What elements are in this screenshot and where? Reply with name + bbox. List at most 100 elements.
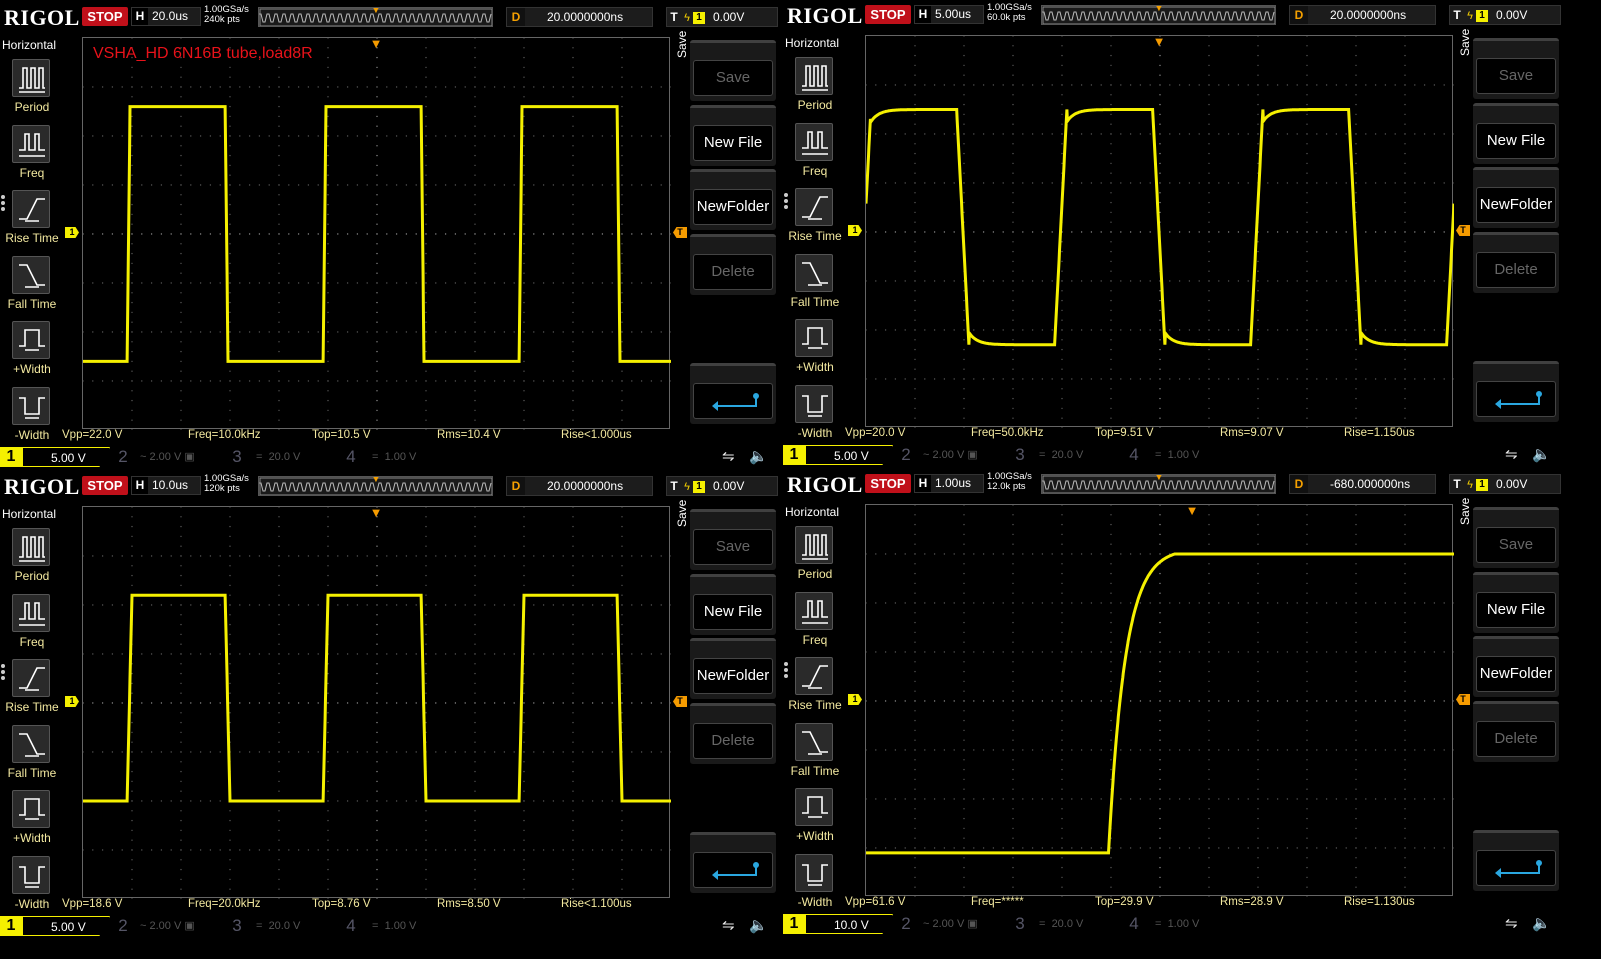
memory-overview-bar[interactable]: ▼ bbox=[1041, 5, 1276, 25]
negative-width-tool[interactable]: -Width bbox=[787, 850, 845, 912]
ch4-scale[interactable]: = 1.00 V bbox=[1155, 914, 1199, 934]
horizontal-timebase[interactable]: H 1.00us bbox=[914, 474, 984, 493]
ch2-scale[interactable]: ~ 2.00 V ▣ bbox=[140, 916, 195, 936]
ch1-ground-marker[interactable]: 1 bbox=[848, 225, 862, 236]
memory-overview-bar[interactable]: ▼ bbox=[1041, 474, 1276, 494]
positive-width-tool[interactable]: +Width bbox=[4, 786, 62, 848]
horizontal-timebase[interactable]: H 10.0us bbox=[131, 476, 201, 495]
new-file-button[interactable]: New File bbox=[690, 105, 776, 166]
ch1-scale[interactable]: 5.00 V bbox=[22, 916, 110, 936]
ch2-badge[interactable]: 2 bbox=[112, 447, 134, 467]
ch3-scale[interactable]: = 20.0 V bbox=[1039, 914, 1083, 934]
save-button[interactable]: Save bbox=[1473, 38, 1559, 99]
ch2-badge[interactable]: 2 bbox=[895, 914, 917, 934]
trigger-delay[interactable]: D 20.0000000ns bbox=[1289, 5, 1436, 25]
delete-button[interactable]: Delete bbox=[1473, 232, 1559, 293]
ch3-scale[interactable]: = 20.0 V bbox=[256, 916, 300, 936]
horizontal-timebase[interactable]: H 20.0us bbox=[131, 7, 201, 26]
rise-time-tool[interactable]: Rise Time bbox=[4, 655, 62, 717]
run-stop-status[interactable]: STOP bbox=[865, 474, 911, 493]
fall-time-tool[interactable]: Fall Time bbox=[4, 252, 62, 314]
fall-time-tool[interactable]: Fall Time bbox=[787, 250, 845, 312]
negative-width-tool[interactable]: -Width bbox=[4, 383, 62, 445]
delete-button[interactable]: Delete bbox=[1473, 701, 1559, 762]
ch4-scale[interactable]: = 1.00 V bbox=[372, 916, 416, 936]
frequency-tool[interactable]: Freq bbox=[4, 121, 62, 183]
ch4-badge[interactable]: 4 bbox=[1123, 914, 1145, 934]
new-file-button[interactable]: New File bbox=[1473, 103, 1559, 164]
horizontal-timebase[interactable]: H 5.00us bbox=[914, 5, 984, 24]
new-folder-button[interactable]: NewFolder bbox=[690, 638, 776, 699]
positive-width-tool[interactable]: +Width bbox=[787, 315, 845, 377]
delete-button[interactable]: Delete bbox=[690, 234, 776, 295]
ch3-badge[interactable]: 3 bbox=[1009, 445, 1031, 465]
ch1-badge[interactable]: 1 bbox=[0, 447, 22, 467]
memory-overview-bar[interactable]: ▼ bbox=[258, 7, 493, 27]
period-tool[interactable]: Period bbox=[4, 524, 62, 586]
new-folder-button[interactable]: NewFolder bbox=[690, 169, 776, 230]
run-stop-status[interactable]: STOP bbox=[82, 7, 128, 26]
ch1-scale[interactable]: 10.0 V bbox=[805, 914, 893, 934]
frequency-tool[interactable]: Freq bbox=[4, 590, 62, 652]
ch4-badge[interactable]: 4 bbox=[1123, 445, 1145, 465]
rise-time-tool[interactable]: Rise Time bbox=[787, 184, 845, 246]
sound-mute-icon[interactable]: 🔈 bbox=[749, 447, 768, 467]
save-button[interactable]: Save bbox=[690, 509, 776, 570]
ch3-badge[interactable]: 3 bbox=[226, 447, 248, 467]
ch3-badge[interactable]: 3 bbox=[1009, 914, 1031, 934]
waveform-grid[interactable] bbox=[82, 506, 671, 899]
waveform-grid[interactable] bbox=[865, 504, 1454, 897]
memory-overview-bar[interactable]: ▼ bbox=[258, 476, 493, 496]
ch2-badge[interactable]: 2 bbox=[895, 445, 917, 465]
ch2-badge[interactable]: 2 bbox=[112, 916, 134, 936]
ch4-badge[interactable]: 4 bbox=[340, 447, 362, 467]
waveform-grid[interactable]: VSHA_HD 6N16B tube,load8R bbox=[82, 37, 671, 430]
run-stop-status[interactable]: STOP bbox=[865, 5, 911, 24]
period-tool[interactable]: Period bbox=[4, 55, 62, 117]
new-folder-button[interactable]: NewFolder bbox=[1473, 636, 1559, 697]
positive-width-tool[interactable]: +Width bbox=[4, 317, 62, 379]
trigger-delay[interactable]: D -680.000000ns bbox=[1289, 474, 1436, 494]
period-tool[interactable]: Period bbox=[787, 53, 845, 115]
ch1-badge[interactable]: 1 bbox=[0, 916, 22, 936]
period-tool[interactable]: Period bbox=[787, 522, 845, 584]
frequency-tool[interactable]: Freq bbox=[787, 119, 845, 181]
delete-button[interactable]: Delete bbox=[690, 703, 776, 764]
rise-time-tool[interactable]: Rise Time bbox=[4, 186, 62, 248]
rise-time-tool[interactable]: Rise Time bbox=[787, 653, 845, 715]
negative-width-tool[interactable]: -Width bbox=[787, 381, 845, 443]
sound-mute-icon[interactable]: 🔈 bbox=[1532, 914, 1551, 934]
new-file-button[interactable]: New File bbox=[690, 574, 776, 635]
trigger-delay[interactable]: D 20.0000000ns bbox=[506, 476, 653, 496]
frequency-tool[interactable]: Freq bbox=[787, 588, 845, 650]
positive-width-tool[interactable]: +Width bbox=[787, 784, 845, 846]
trigger-delay[interactable]: D 20.0000000ns bbox=[506, 7, 653, 27]
ch1-badge[interactable]: 1 bbox=[783, 445, 805, 465]
fall-time-tool[interactable]: Fall Time bbox=[787, 719, 845, 781]
ch3-scale[interactable]: = 20.0 V bbox=[256, 447, 300, 467]
ch4-badge[interactable]: 4 bbox=[340, 916, 362, 936]
save-button[interactable]: Save bbox=[690, 40, 776, 101]
return-button[interactable] bbox=[690, 363, 776, 424]
ch2-scale[interactable]: ~ 2.00 V ▣ bbox=[923, 445, 978, 465]
new-file-button[interactable]: New File bbox=[1473, 572, 1559, 633]
ch3-badge[interactable]: 3 bbox=[226, 916, 248, 936]
ch1-ground-marker[interactable]: 1 bbox=[848, 694, 862, 705]
negative-width-tool[interactable]: -Width bbox=[4, 852, 62, 914]
waveform-grid[interactable] bbox=[865, 35, 1454, 428]
ch2-scale[interactable]: ~ 2.00 V ▣ bbox=[140, 447, 195, 467]
fall-time-tool[interactable]: Fall Time bbox=[4, 721, 62, 783]
ch1-ground-marker[interactable]: 1 bbox=[65, 696, 79, 707]
ch4-scale[interactable]: = 1.00 V bbox=[1155, 445, 1199, 465]
ch1-scale[interactable]: 5.00 V bbox=[805, 445, 893, 465]
ch1-badge[interactable]: 1 bbox=[783, 914, 805, 934]
save-button[interactable]: Save bbox=[1473, 507, 1559, 568]
run-stop-status[interactable]: STOP bbox=[82, 476, 128, 495]
ch1-ground-marker[interactable]: 1 bbox=[65, 227, 79, 238]
new-folder-button[interactable]: NewFolder bbox=[1473, 167, 1559, 228]
sound-mute-icon[interactable]: 🔈 bbox=[1532, 445, 1551, 465]
ch4-scale[interactable]: = 1.00 V bbox=[372, 447, 416, 467]
ch2-scale[interactable]: ~ 2.00 V ▣ bbox=[923, 914, 978, 934]
ch1-scale[interactable]: 5.00 V bbox=[22, 447, 110, 467]
sound-mute-icon[interactable]: 🔈 bbox=[749, 916, 768, 936]
